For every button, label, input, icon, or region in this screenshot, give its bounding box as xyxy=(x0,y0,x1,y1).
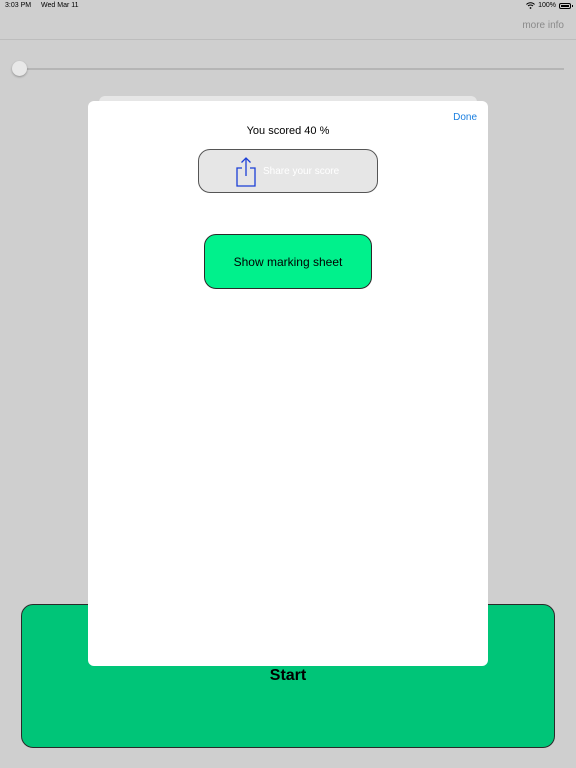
battery-icon xyxy=(559,2,573,9)
status-time: 3:03 PM xyxy=(5,2,32,9)
status-right: 100% xyxy=(526,2,573,9)
status-bar: 3:03 PM Wed Mar 11 100% xyxy=(0,0,576,13)
share-score-button[interactable]: Share your score xyxy=(198,149,378,193)
status-date: Wed Mar 11 xyxy=(41,2,79,9)
slider-thumb[interactable] xyxy=(12,61,27,76)
wifi-icon xyxy=(526,2,535,9)
score-text: You scored 40 % xyxy=(246,125,330,137)
status-left: 3:03 PM Wed Mar 11 xyxy=(5,2,79,9)
share-score-label: Share your score xyxy=(263,166,340,177)
share-icon xyxy=(236,157,256,187)
battery-fill xyxy=(561,4,569,7)
nav-bar: more info xyxy=(0,13,576,40)
show-marking-sheet-label: Show marking sheet xyxy=(233,255,343,269)
slider-track[interactable] xyxy=(20,68,564,70)
more-info-button[interactable]: more info xyxy=(522,20,564,31)
show-marking-sheet-button[interactable]: Show marking sheet xyxy=(204,234,372,289)
battery-percent: 100% xyxy=(538,2,556,9)
start-label: Start xyxy=(269,667,307,684)
done-button[interactable]: Done xyxy=(453,112,477,123)
score-modal: Done You scored 40 % Share your score Sh… xyxy=(88,101,488,666)
